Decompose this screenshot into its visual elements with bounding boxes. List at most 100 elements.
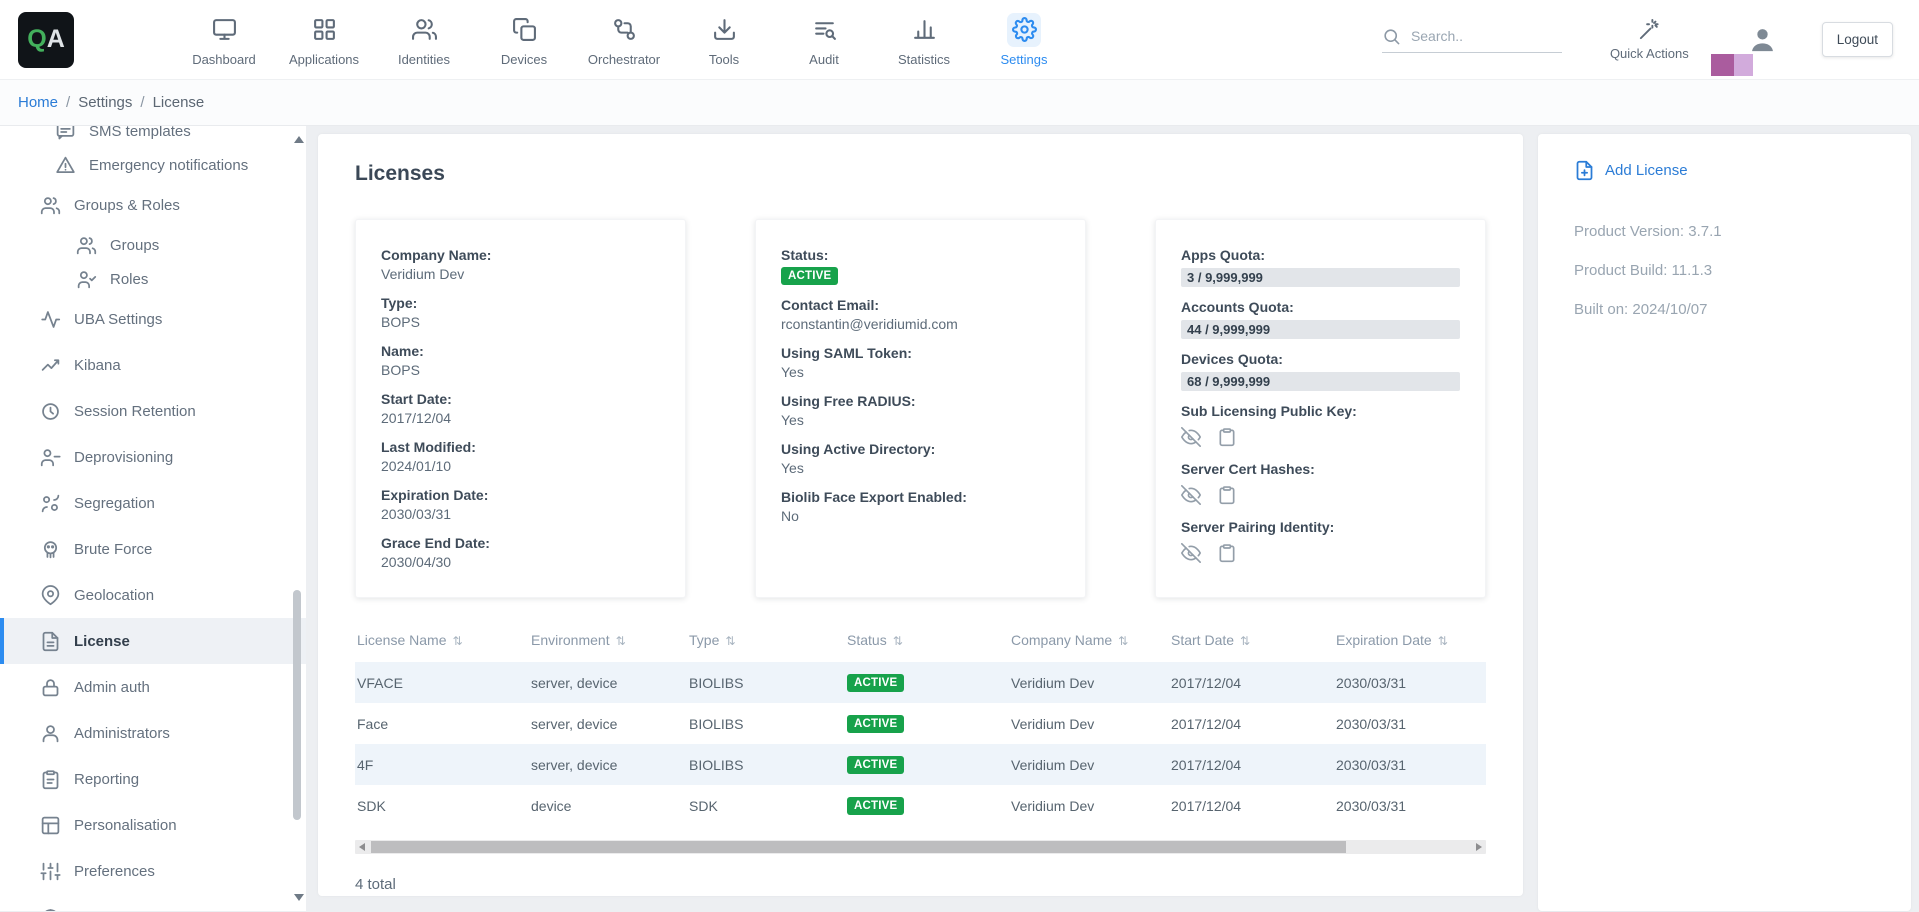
eye-off-icon[interactable] — [1181, 543, 1201, 563]
sidebar-item-personalisation[interactable]: Personalisation — [0, 802, 306, 848]
sidebar-item-groups-roles[interactable]: Groups & Roles — [0, 182, 306, 228]
column-header-status[interactable]: Status⇅ — [839, 624, 1003, 662]
sidebar-item-reporting[interactable]: Reporting — [0, 756, 306, 802]
field-value: 2030/03/31 — [381, 505, 660, 523]
nav-item-tools[interactable]: Tools — [674, 0, 774, 79]
scroll-down-icon[interactable] — [294, 894, 304, 901]
column-header-start-date[interactable]: Start Date⇅ — [1163, 624, 1328, 662]
sidebar-item-segregation[interactable]: Segregation — [0, 480, 306, 526]
field-label: Using Active Directory: — [781, 440, 1060, 458]
column-header-environment[interactable]: Environment⇅ — [523, 624, 681, 662]
info-field: Last Modified: 2024/01/10 — [381, 438, 660, 475]
sidebar-item-groups[interactable]: Groups — [0, 228, 306, 262]
add-license-button[interactable]: Add License — [1574, 160, 1891, 181]
horizontal-scrollbar-thumb[interactable] — [371, 841, 1346, 853]
logo-text: Q — [27, 25, 46, 54]
info-field: Biolib Face Export Enabled: No — [781, 488, 1060, 525]
field-label: Status: — [781, 246, 1060, 264]
segregation-icon — [40, 493, 61, 514]
search-input[interactable] — [1411, 28, 1543, 44]
nav-item-applications[interactable]: Applications — [274, 0, 374, 79]
nav-item-statistics[interactable]: Statistics — [874, 0, 974, 79]
sidebar-item-deprovisioning[interactable]: Deprovisioning — [0, 434, 306, 480]
nav-item-label: Devices — [501, 52, 547, 67]
column-header-expiration-date[interactable]: Expiration Date⇅ — [1328, 624, 1486, 662]
info-field: Using Active Directory: Yes — [781, 440, 1060, 477]
settings-sidebar: SMS templates Emergency notifications Gr… — [0, 126, 306, 911]
user-avatar-icon[interactable] — [1747, 24, 1778, 55]
sidebar-scrollbar-thumb[interactable] — [293, 590, 301, 820]
sidebar-item-label: Personalisation — [74, 817, 177, 834]
table-horizontal-scrollbar[interactable] — [355, 840, 1486, 854]
sidebar-item-label: Kibana — [74, 357, 121, 374]
sidebar-item-license[interactable]: License — [0, 618, 306, 664]
sidebar-item-kibana[interactable]: Kibana — [0, 342, 306, 388]
quick-actions-button[interactable]: Quick Actions — [1610, 18, 1689, 61]
sort-icon: ⇅ — [1118, 634, 1128, 648]
eye-off-icon[interactable] — [1181, 427, 1201, 447]
breadcrumb-separator: / — [66, 94, 70, 111]
logout-button[interactable]: Logout — [1822, 22, 1893, 57]
groups-roles-icon — [40, 195, 61, 216]
sort-icon: ⇅ — [1240, 634, 1250, 648]
cell-start-date: 2017/12/04 — [1163, 785, 1328, 826]
quota-progress-bar: 3 / 9,999,999 — [1181, 268, 1460, 287]
cell-type: BIOLIBS — [681, 703, 839, 744]
cell-environment: server, device — [523, 744, 681, 785]
sidebar-scrollbar[interactable] — [291, 128, 304, 909]
tools-icon — [707, 13, 741, 47]
table-row[interactable]: SDK device SDK ACTIVE Veridium Dev 2017/… — [355, 785, 1486, 826]
geolocation-icon — [40, 585, 61, 606]
nav-item-settings[interactable]: Settings — [974, 0, 1074, 79]
table-row[interactable]: Face server, device BIOLIBS ACTIVE Verid… — [355, 703, 1486, 744]
nav-item-label: Applications — [289, 52, 359, 67]
info-field: Using SAML Token: Yes — [781, 344, 1060, 381]
sort-icon: ⇅ — [1438, 634, 1448, 648]
column-header-company-name[interactable]: Company Name⇅ — [1003, 624, 1163, 662]
field-label: Biolib Face Export Enabled: — [781, 488, 1060, 506]
sidebar-item-roles[interactable]: Roles — [0, 262, 306, 296]
status-field: Status: ACTIVE — [781, 246, 1060, 285]
quota-field: Devices Quota: 68 / 9,999,999 — [1181, 350, 1460, 391]
sidebar-item-internationalisation[interactable]: Internationalisation — [0, 894, 306, 911]
cell-start-date: 2017/12/04 — [1163, 744, 1328, 785]
nav-item-identities[interactable]: Identities — [374, 0, 474, 79]
session-retention-icon — [40, 401, 61, 422]
copy-icon[interactable] — [1217, 485, 1237, 505]
nav-item-devices[interactable]: Devices — [474, 0, 574, 79]
sidebar-item-brute-force[interactable]: Brute Force — [0, 526, 306, 572]
scroll-left-icon[interactable] — [359, 843, 365, 851]
field-value: BOPS — [381, 313, 660, 331]
eye-off-icon[interactable] — [1181, 485, 1201, 505]
table-row[interactable]: 4F server, device BIOLIBS ACTIVE Veridiu… — [355, 744, 1486, 785]
scroll-up-icon[interactable] — [294, 136, 304, 143]
sidebar-item-session-retention[interactable]: Session Retention — [0, 388, 306, 434]
copy-icon[interactable] — [1217, 427, 1237, 447]
sidebar-item-administrators[interactable]: Administrators — [0, 710, 306, 756]
field-value: No — [781, 507, 1060, 525]
quota-value: 3 / 9,999,999 — [1187, 270, 1263, 285]
sidebar-item-emergency-notifications[interactable]: Emergency notifications — [0, 148, 306, 182]
breadcrumb-item-home[interactable]: Home — [18, 94, 58, 111]
cell-environment: server, device — [523, 703, 681, 744]
sidebar-item-sms-templates[interactable]: SMS templates — [0, 126, 306, 148]
scroll-right-icon[interactable] — [1476, 843, 1482, 851]
nav-item-dashboard[interactable]: Dashboard — [174, 0, 274, 79]
table-row[interactable]: VFACE server, device BIOLIBS ACTIVE Veri… — [355, 662, 1486, 703]
cell-environment: server, device — [523, 662, 681, 703]
sidebar-item-uba-settings[interactable]: UBA Settings — [0, 296, 306, 342]
copy-icon[interactable] — [1217, 543, 1237, 563]
sidebar-item-admin-auth[interactable]: Admin auth — [0, 664, 306, 710]
kibana-icon — [40, 355, 61, 376]
nav-item-orchestrator[interactable]: Orchestrator — [574, 0, 674, 79]
nav-item-audit[interactable]: Audit — [774, 0, 874, 79]
sidebar-item-geolocation[interactable]: Geolocation — [0, 572, 306, 618]
column-header-license-name[interactable]: License Name⇅ — [355, 624, 523, 662]
secret-label: Sub Licensing Public Key: — [1181, 402, 1460, 420]
company-logo[interactable]: QA — [18, 12, 74, 68]
search-box[interactable] — [1382, 27, 1562, 53]
sidebar-item-preferences[interactable]: Preferences — [0, 848, 306, 894]
column-header-type[interactable]: Type⇅ — [681, 624, 839, 662]
settings-icon — [1007, 13, 1041, 47]
field-value: 2017/12/04 — [381, 409, 660, 427]
